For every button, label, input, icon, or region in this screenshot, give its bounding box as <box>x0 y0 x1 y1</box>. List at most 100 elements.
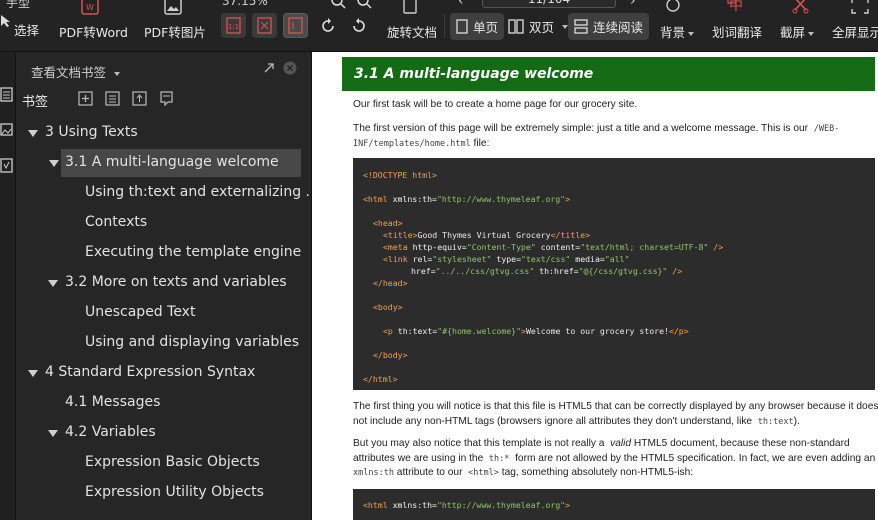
continuous-icon <box>574 19 588 34</box>
fit-width-button[interactable]: 1:1 <box>221 13 246 38</box>
tree-item-variables[interactable]: 4.2 Variables <box>16 419 301 447</box>
tree-item-using-th-text[interactable]: Using th:text and externalizing ... <box>16 179 319 207</box>
document-viewport[interactable]: 3.1 A multi-language welcome Our first t… <box>312 52 878 520</box>
code-token: http-equiv= <box>407 242 467 252</box>
code-token: "@{/css/gtvg.css}" <box>578 266 668 276</box>
single-page-icon <box>456 19 468 34</box>
double-page-button[interactable]: 双页 <box>502 13 574 40</box>
background-icon[interactable] <box>664 0 682 14</box>
inline-code: /WEB- <box>813 124 840 134</box>
double-page-icon <box>508 19 524 34</box>
collapse-arrow-icon[interactable] <box>28 370 38 377</box>
tree-item-more-on-texts[interactable]: 3.2 More on texts and variables <box>16 269 301 297</box>
tree-item-contexts[interactable]: Contexts <box>16 209 301 237</box>
next-page-icon[interactable]: › <box>630 0 636 9</box>
tree-item-displaying-variables[interactable]: Using and displaying variables <box>16 329 301 357</box>
zoom-value[interactable]: 37.15% <box>222 0 268 8</box>
paragraph-intro: Our first task will be to create a home … <box>353 99 638 110</box>
code-token: <html <box>363 194 388 204</box>
collapse-arrow-icon[interactable] <box>28 130 38 137</box>
rotate-left-icon[interactable] <box>319 17 337 35</box>
paragraph-not-valid: But you may also notice that this templa… <box>353 436 850 451</box>
tree-item-standard-expression[interactable]: 4 Standard Expression Syntax <box>16 359 301 387</box>
paragraph-text: The first version of this page will be e… <box>353 123 809 134</box>
translate-icon[interactable]: 中 <box>727 0 753 14</box>
screenshot-button[interactable]: 截屏 <box>780 22 815 41</box>
bookmark-icon[interactable] <box>159 91 175 107</box>
code-token: th:href= <box>534 266 579 276</box>
select-button[interactable]: 选择 <box>14 20 39 39</box>
close-icon[interactable] <box>283 61 297 75</box>
collapse-arrow-icon[interactable] <box>49 160 59 167</box>
tree-item-label: 4.2 Variables <box>65 424 156 440</box>
zoom-in-icon[interactable] <box>356 0 372 10</box>
tree-item-using-texts[interactable]: 3 Using Texts <box>16 119 301 147</box>
code-token: Welcome to our grocery store! <box>525 326 669 336</box>
fit-height-button[interactable] <box>283 13 308 38</box>
paragraph-first-version-cont: INF/templates/home.html file: <box>353 136 489 152</box>
paragraph-html5: The first thing you will notice is that … <box>353 401 878 412</box>
add-bookmark-icon[interactable] <box>78 91 94 107</box>
hand-mode-label[interactable]: 手型 <box>6 0 30 11</box>
single-page-button[interactable]: 单页 <box>450 13 505 40</box>
paragraph-text: tag, something absolutely non-HTML5-ish: <box>501 467 694 478</box>
expand-icon[interactable] <box>263 62 275 74</box>
bookmark-tab[interactable]: 书签 <box>22 91 48 110</box>
paragraph-text: not include any non-HTML tags (browsers … <box>353 416 753 427</box>
tree-item-messages[interactable]: 4.1 Messages <box>16 389 301 417</box>
collapse-all-icon[interactable] <box>105 91 121 107</box>
paragraph-text: HTML5 document, because these non-standa… <box>633 438 850 449</box>
code-token: <p <box>383 326 393 336</box>
tree-item-label: Using and displaying variables <box>85 334 300 350</box>
tree-item-basic-objects[interactable]: Expression Basic Objects <box>16 449 301 477</box>
code-token: <title> <box>383 230 418 240</box>
screenshot-label: 截屏 <box>780 25 806 40</box>
tree-item-unescaped-text[interactable]: Unescaped Text <box>16 299 301 327</box>
inline-code: th:text <box>757 417 794 427</box>
collapse-arrow-icon[interactable] <box>48 280 58 287</box>
code-token: </body> <box>373 350 408 360</box>
code-token: th:text= <box>392 326 438 336</box>
tree-item-utility-objects[interactable]: Expression Utility Objects <box>16 479 301 507</box>
background-button[interactable]: 背景 <box>660 22 695 41</box>
prev-page-icon[interactable]: ‹ <box>458 0 464 9</box>
panel-title[interactable]: 查看文档书签 <box>31 62 121 81</box>
inline-code: <html> <box>468 468 499 478</box>
fit-page-button[interactable] <box>252 13 277 38</box>
paragraph-text: form are not allowed by the HTML5 specif… <box>515 453 876 464</box>
inline-code: INF/templates/home.html <box>353 139 471 149</box>
code-token: </title> <box>550 230 591 240</box>
page-number-input[interactable]: 11/104 <box>482 0 616 8</box>
rotate-doc-button[interactable]: 旋转文档 <box>387 22 437 41</box>
pdf-to-word-icon[interactable]: W <box>80 0 100 16</box>
pdf-to-word-button[interactable]: PDF转Word <box>59 22 128 41</box>
tree-item-executing-engine[interactable]: Executing the template engine <box>16 239 301 267</box>
zoom-out-icon[interactable] <box>330 0 346 10</box>
collapse-arrow-icon[interactable] <box>48 430 58 437</box>
code-token: <link <box>383 254 408 264</box>
paragraph-html5-cont: not include any non-HTML tags (browsers … <box>353 414 800 430</box>
rotate-right-icon[interactable] <box>350 17 368 35</box>
code-token: type= <box>491 254 522 264</box>
fullscreen-button[interactable]: 全屏显示 <box>832 22 878 41</box>
tree-item-label: Expression Utility Objects <box>85 484 264 500</box>
fullscreen-icon[interactable] <box>850 0 870 14</box>
paragraph-not-valid-end: xmlns:th attribute to our <html> tag, so… <box>353 465 693 481</box>
rotate-icon[interactable] <box>400 0 420 16</box>
select-icon[interactable] <box>0 14 12 28</box>
pdf-to-image-icon[interactable] <box>163 0 183 16</box>
tree-item-multi-language-welcome[interactable]: 3.1 A multi-language welcome <box>49 149 301 177</box>
paragraph-text: ). <box>793 416 800 427</box>
continuous-read-button[interactable]: 连续阅读 <box>568 13 650 40</box>
tree-item-label: Executing the template engine <box>85 244 302 260</box>
code-token: "stylesheet" <box>432 254 492 264</box>
thumbnail-view-icon[interactable] <box>0 122 14 138</box>
screenshot-icon[interactable] <box>792 0 810 14</box>
expand-all-icon[interactable] <box>132 91 148 107</box>
translate-button[interactable]: 划词翻译 <box>712 22 762 41</box>
bookmark-view-icon[interactable] <box>0 87 14 103</box>
toolbar: 手型 37.15% ‹ 11/104 › 选择 W PDF转Word PDF转图… <box>0 0 878 52</box>
pdf-to-image-button[interactable]: PDF转图片 <box>144 22 206 41</box>
annotation-view-icon[interactable] <box>0 158 14 174</box>
paragraph-text: But you may also notice that this templa… <box>353 438 605 449</box>
